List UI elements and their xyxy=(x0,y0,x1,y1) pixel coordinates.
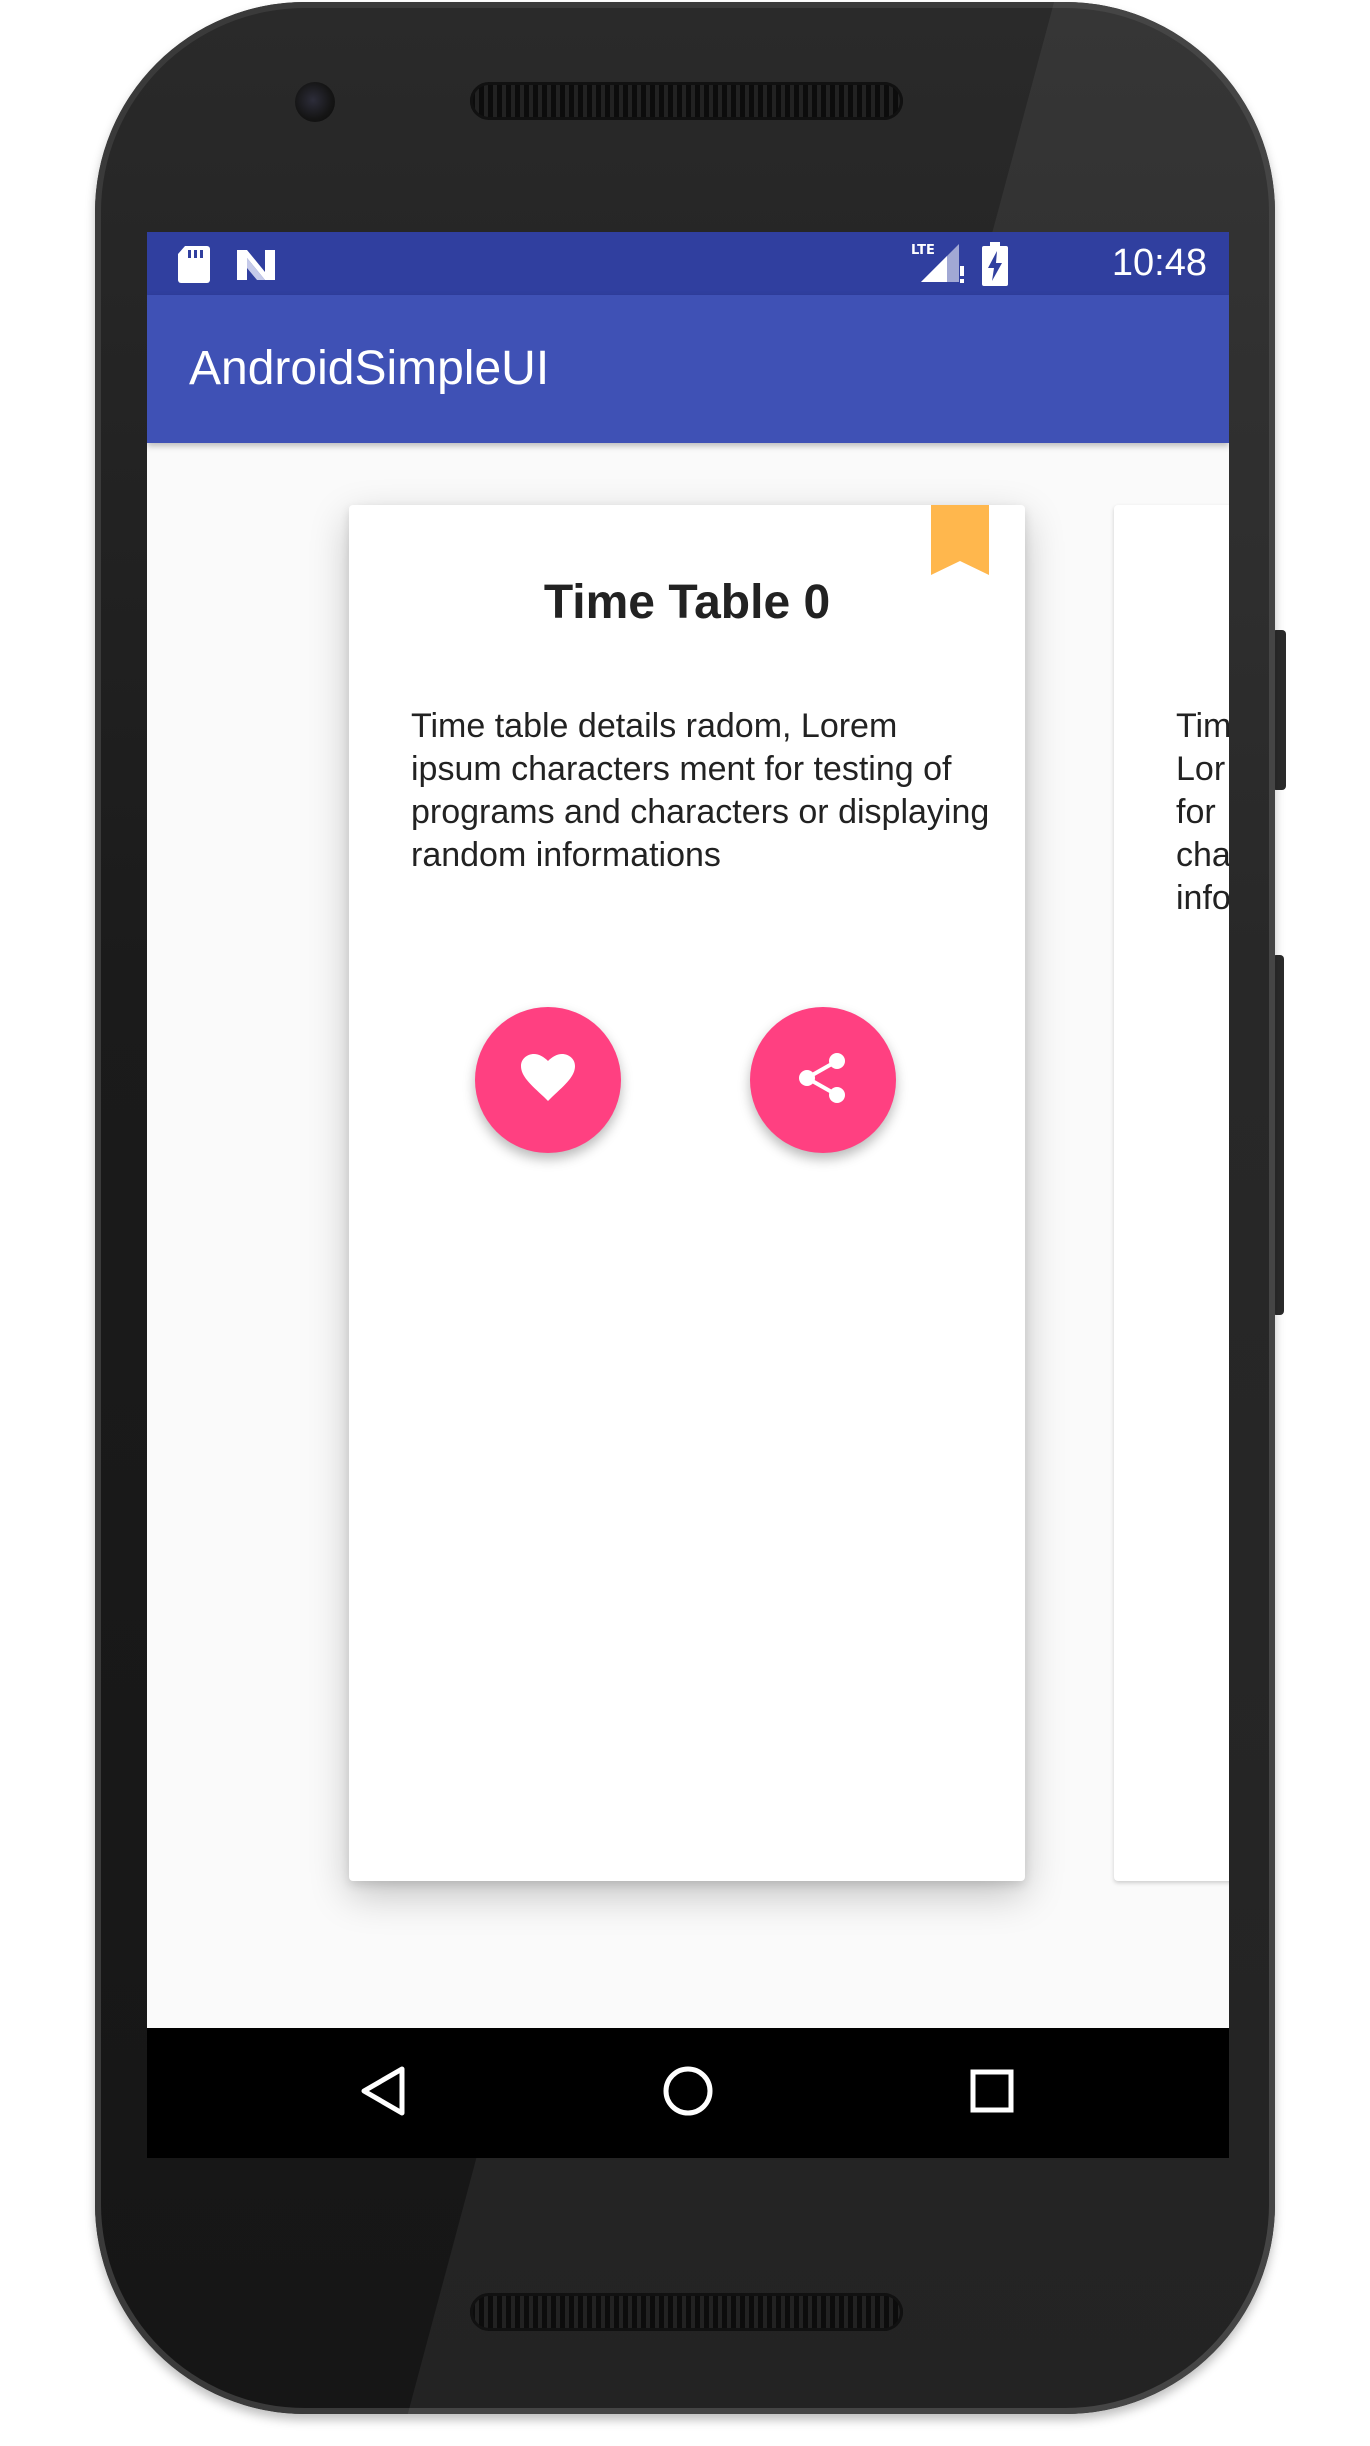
next-card-line: Tim xyxy=(1176,707,1229,745)
time-table-card[interactable]: Time Table 0 Time table details radom, L… xyxy=(349,505,1025,1881)
device-frame: LTE 10:48 AndroidSimpleUI Time Table 0 T… xyxy=(0,0,1370,2446)
back-icon xyxy=(358,2065,406,2122)
next-card-line: info xyxy=(1176,879,1229,917)
home-icon xyxy=(661,2064,715,2123)
status-bar: LTE 10:48 xyxy=(147,232,1229,295)
front-camera xyxy=(295,82,335,122)
home-button[interactable] xyxy=(658,2063,718,2123)
card-title: Time Table 0 xyxy=(543,576,831,629)
recents-button[interactable] xyxy=(962,2063,1022,2123)
bookmark-icon[interactable] xyxy=(931,505,989,580)
sd-card-icon xyxy=(177,244,211,289)
share-icon xyxy=(795,1050,851,1111)
next-card-description: Tim Lor for cha info xyxy=(1176,705,1229,920)
battery-charging-icon xyxy=(982,242,1008,291)
next-card-line: cha xyxy=(1176,836,1229,874)
bottom-speaker xyxy=(470,2293,903,2331)
next-card-line: for xyxy=(1176,793,1216,831)
n-logo-icon xyxy=(235,244,277,289)
like-button[interactable] xyxy=(475,1007,621,1153)
back-button[interactable] xyxy=(352,2063,412,2123)
status-time: 10:48 xyxy=(1111,242,1207,284)
card-description: Time table details radom, Lorem ipsum ch… xyxy=(411,707,990,874)
next-card-peek[interactable]: Tim Lor for cha info xyxy=(1114,505,1229,1881)
share-button[interactable] xyxy=(750,1007,896,1153)
lte-signal-icon: LTE xyxy=(911,240,965,291)
navigation-bar xyxy=(147,2028,1229,2158)
app-title: AndroidSimpleUI xyxy=(189,342,550,395)
next-card-line: Lor xyxy=(1176,750,1226,788)
top-speaker xyxy=(470,82,903,120)
heart-icon xyxy=(520,1053,576,1108)
app-bar: AndroidSimpleUI xyxy=(147,295,1229,443)
recents-icon xyxy=(969,2068,1015,2119)
screen: LTE 10:48 AndroidSimpleUI Time Table 0 T… xyxy=(147,232,1229,2158)
card-pager[interactable]: Time Table 0 Time table details radom, L… xyxy=(147,443,1229,2028)
lte-label: LTE xyxy=(911,243,935,258)
